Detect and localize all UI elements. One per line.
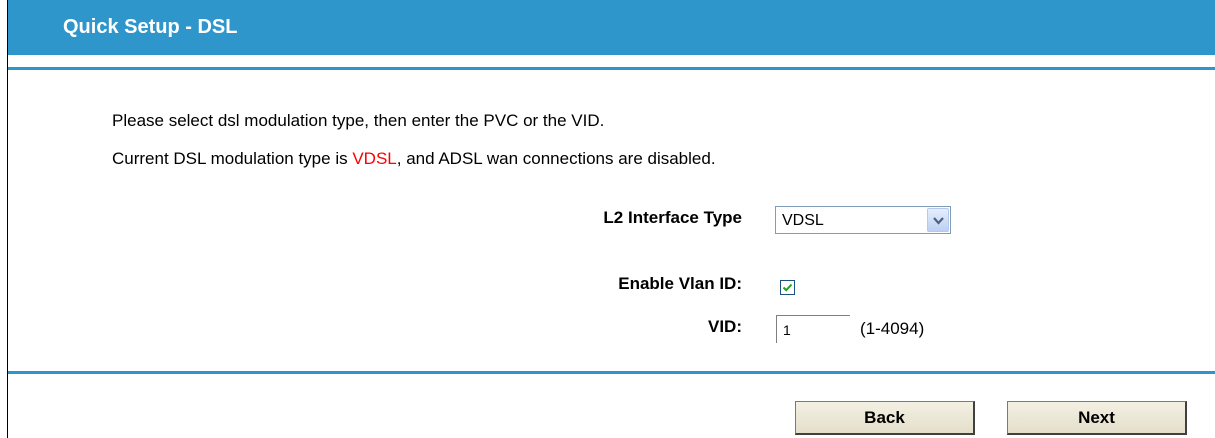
instruction-line-2: Current DSL modulation type is VDSL, and… [112,149,716,169]
enable-vlan-id-checkbox[interactable] [780,280,795,295]
chevron-down-icon[interactable] [927,208,949,232]
enable-vlan-id-label: Enable Vlan ID: [618,274,742,293]
bottom-divider [8,371,1215,374]
modulation-type-highlight: VDSL [352,149,397,168]
page-title: Quick Setup - DSL [63,16,238,38]
back-button[interactable]: Back [795,401,975,435]
vid-input[interactable] [776,315,850,343]
l2-interface-type-value: VDSL [782,212,824,229]
next-button[interactable]: Next [1007,401,1187,435]
header-bar: Quick Setup - DSL [8,0,1215,55]
checkmark-icon [782,283,793,292]
l2-interface-type-label: L2 Interface Type [603,208,742,227]
l2-interface-type-select[interactable]: VDSL [775,206,951,234]
instruction-line-2-suffix: , and ADSL wan connections are disabled. [396,149,716,168]
instruction-line-1: Please select dsl modulation type, then … [112,111,605,130]
vid-label: VID: [708,317,742,336]
instruction-line-2-prefix: Current DSL modulation type is [112,149,353,168]
top-divider [8,67,1215,70]
vid-range-hint: (1-4094) [860,319,925,338]
